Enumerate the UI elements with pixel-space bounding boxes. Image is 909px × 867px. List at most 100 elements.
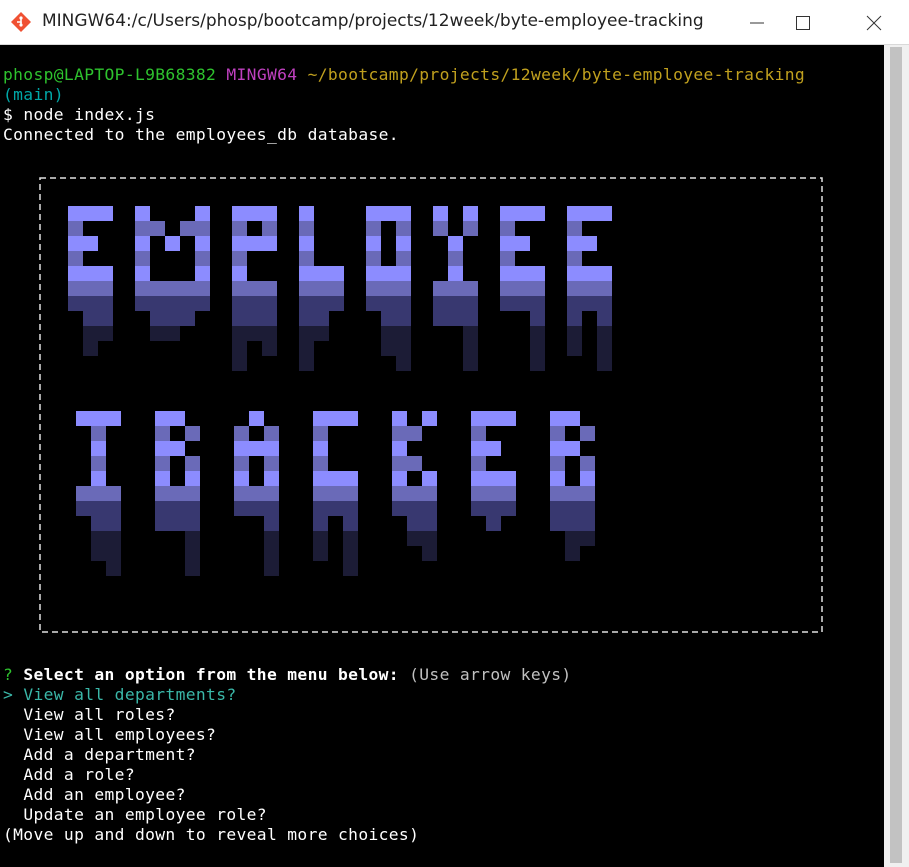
banner-drip-pixel [366, 281, 381, 296]
banner-pixel [392, 426, 407, 441]
banner-pixel [550, 441, 565, 456]
banner-drip-pixel [314, 281, 329, 296]
banner-drip-pixel [83, 326, 98, 341]
banner-pixel [433, 206, 448, 221]
banner-pixel [313, 471, 328, 486]
menu-item-update-employee-role[interactable]: Update an employee role? [3, 805, 267, 825]
banner-pixel [486, 441, 501, 456]
banner-pixel [580, 456, 595, 471]
menu-item-view-roles[interactable]: View all roles? [3, 705, 176, 725]
banner-drip-pixel [155, 516, 170, 531]
banner-pixel [515, 266, 530, 281]
banner-drip-pixel [150, 296, 165, 311]
banner-pixel [106, 411, 121, 426]
banner-drip-pixel [83, 281, 98, 296]
banner-drip-pixel [299, 311, 314, 326]
banner-drip-pixel [407, 531, 422, 546]
banner-pixel [150, 221, 165, 236]
banner-pixel [313, 441, 328, 456]
command-text: node index.js [23, 105, 156, 124]
close-button[interactable] [851, 0, 897, 45]
banner-pixel [299, 266, 314, 281]
banner-drip-pixel [135, 281, 150, 296]
banner-drip-pixel [232, 296, 247, 311]
maximize-button[interactable] [780, 0, 826, 45]
banner-drip-pixel [68, 296, 83, 311]
banner-pixel [262, 236, 277, 251]
banner-drip-pixel [433, 281, 448, 296]
banner-drip-pixel [91, 516, 106, 531]
banner-pixel [313, 456, 328, 471]
banner-pixel [550, 426, 565, 441]
banner-drip-pixel [381, 326, 396, 341]
banner-drip-pixel [422, 486, 437, 501]
banner-drip-pixel [407, 516, 422, 531]
banner-pixel [328, 471, 343, 486]
banner-drip-pixel [448, 296, 463, 311]
banner-pixel [396, 266, 411, 281]
banner-pixel [396, 221, 411, 236]
banner-pixel [567, 251, 582, 266]
banner-drip-pixel [565, 501, 580, 516]
banner-pixel [185, 471, 200, 486]
banner-drip-pixel [530, 296, 545, 311]
banner-drip-pixel [396, 356, 411, 371]
banner-drip-pixel [262, 341, 277, 356]
banner-drip-pixel [366, 296, 381, 311]
banner-pixel [392, 441, 407, 456]
banner-pixel [155, 426, 170, 441]
git-bash-icon [11, 12, 31, 32]
banner-drip-pixel [155, 486, 170, 501]
banner-pixel [500, 221, 515, 236]
banner-drip-pixel [486, 486, 501, 501]
command-line: $ node index.js [3, 105, 155, 125]
banner-drip-pixel [565, 516, 580, 531]
connected-message: Connected to the employees_db database. [3, 125, 399, 145]
banner-drip-pixel [314, 326, 329, 341]
menu-item-view-employees[interactable]: View all employees? [3, 725, 216, 745]
banner-pixel [422, 411, 437, 426]
banner-pixel [580, 471, 595, 486]
banner-pixel [501, 471, 516, 486]
banner-drip-pixel [565, 486, 580, 501]
vertical-scrollbar[interactable] [884, 45, 909, 867]
scroll-thumb[interactable] [890, 47, 902, 863]
banner-drip-pixel [396, 326, 411, 341]
banner-drip-pixel [501, 486, 516, 501]
banner-drip-pixel [195, 296, 210, 311]
banner-drip-pixel [247, 296, 262, 311]
menu-item-add-role[interactable]: Add a role? [3, 765, 135, 785]
banner-drip-pixel [98, 296, 113, 311]
menu-item-view-departments[interactable]: > View all departments? [3, 685, 237, 705]
banner-drip-pixel [381, 281, 396, 296]
banner-drip-pixel [234, 501, 249, 516]
banner-drip-pixel [463, 341, 478, 356]
menu-item-add-employee[interactable]: Add an employee? [3, 785, 186, 805]
banner-pixel [567, 221, 582, 236]
menu-item-label: Add a department? [23, 745, 196, 764]
connected-text: Connected to the employees_db database. [3, 125, 399, 144]
banner-drip-pixel [234, 486, 249, 501]
banner-drip-pixel [328, 501, 343, 516]
banner-drip-pixel [448, 311, 463, 326]
banner-drip-pixel [329, 296, 344, 311]
banner-drip-pixel [98, 281, 113, 296]
banner-drip-pixel [343, 561, 358, 576]
menu-item-add-department[interactable]: Add a department? [3, 745, 196, 765]
banner-drip-pixel [501, 501, 516, 516]
banner-drip-pixel [299, 356, 314, 371]
banner-drip-pixel [567, 311, 582, 326]
banner-drip-pixel [249, 501, 264, 516]
banner-pixel [68, 221, 83, 236]
minimize-button[interactable] [734, 0, 780, 45]
banner-drip-pixel [396, 341, 411, 356]
banner-drip-pixel [463, 311, 478, 326]
banner-drip-pixel [165, 311, 180, 326]
banner-drip-pixel [185, 486, 200, 501]
banner-drip-pixel [180, 311, 195, 326]
banner-pixel [232, 251, 247, 266]
banner-drip-pixel [343, 531, 358, 546]
banner-drip-pixel [597, 356, 612, 371]
banner-drip-pixel [106, 561, 121, 576]
banner-pixel [195, 251, 210, 266]
